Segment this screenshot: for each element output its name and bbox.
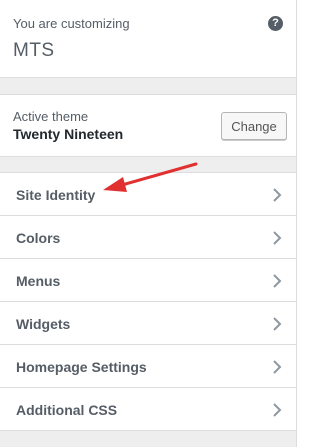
active-theme-name: Twenty Nineteen [13,126,124,142]
section-additional-css[interactable]: Additional CSS [0,388,296,431]
chevron-right-icon [273,317,282,331]
chevron-right-icon [273,360,282,374]
section-colors[interactable]: Colors [0,216,296,259]
section-site-identity[interactable]: Site Identity [0,173,296,216]
active-theme-label: Active theme [13,109,89,124]
section-menus[interactable]: Menus [0,259,296,302]
customizer-panel: You are customizing MTS ? Active theme T… [0,0,297,447]
help-icon[interactable]: ? [268,16,283,31]
section-label: Menus [16,273,61,289]
section-label: Site Identity [16,187,96,203]
section-label: Additional CSS [16,402,118,418]
chevron-right-icon [273,274,282,288]
section-label: Colors [16,230,61,246]
customizer-sections: Site Identity Colors Menus Widgets Homep… [0,172,296,431]
site-title: MTS [13,40,55,61]
chevron-right-icon [273,231,282,245]
change-theme-button[interactable]: Change [221,112,287,140]
section-label: Homepage Settings [16,359,147,375]
customizing-label: You are customizing [13,16,130,31]
chevron-right-icon [273,403,282,417]
section-label: Widgets [16,316,71,332]
section-widgets[interactable]: Widgets [0,302,296,345]
section-homepage-settings[interactable]: Homepage Settings [0,345,296,388]
active-theme-section: Active theme Twenty Nineteen Change [0,94,296,157]
customizing-header: You are customizing MTS ? [0,0,296,78]
chevron-right-icon [273,188,282,202]
